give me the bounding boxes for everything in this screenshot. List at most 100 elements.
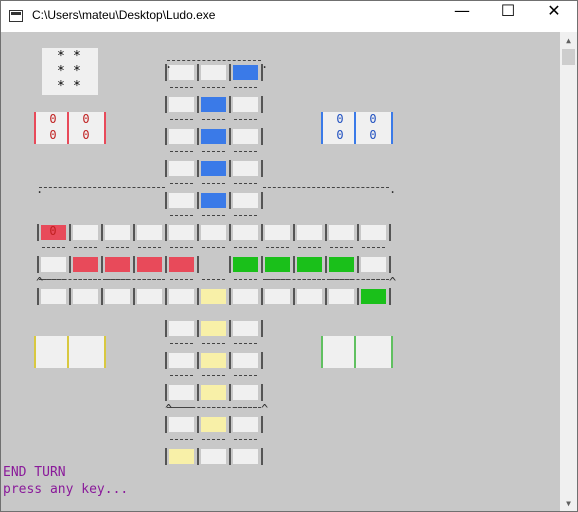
cell-divider bbox=[165, 192, 167, 209]
cell-divider bbox=[325, 256, 327, 273]
red-base: 0 0 0 0 bbox=[34, 112, 106, 144]
cell-divider bbox=[165, 352, 167, 369]
row-separator bbox=[234, 375, 257, 377]
row-separator bbox=[234, 151, 257, 153]
scroll-down-arrow-icon[interactable]: ▼ bbox=[560, 495, 577, 511]
dice-pip: * bbox=[57, 79, 65, 94]
row-separator bbox=[170, 151, 193, 153]
yellow-base bbox=[34, 336, 106, 368]
board-corner-marker: ^ bbox=[165, 402, 173, 416]
board-cell bbox=[169, 385, 194, 400]
base-divider bbox=[321, 112, 323, 144]
cell-divider bbox=[197, 320, 199, 337]
board-cell bbox=[105, 257, 130, 272]
board-cell bbox=[169, 161, 194, 176]
board-cell bbox=[201, 225, 226, 240]
cell-divider bbox=[197, 448, 199, 465]
window-title: C:\Users\mateu\Desktop\Ludo.exe bbox=[32, 8, 216, 22]
cell-divider bbox=[101, 288, 103, 305]
cell-divider bbox=[197, 96, 199, 113]
green-base bbox=[321, 336, 393, 368]
board-cell bbox=[169, 449, 194, 464]
cell-divider bbox=[37, 288, 39, 305]
console-area[interactable]: * * * * * * 0.... ^ ^ ^ ^ 00000000 END TURN press… bbox=[1, 32, 561, 511]
board-cell bbox=[233, 161, 258, 176]
base-piece: 0 bbox=[49, 128, 57, 142]
row-separator bbox=[170, 439, 193, 441]
cell-divider bbox=[357, 256, 359, 273]
row-separator bbox=[234, 247, 257, 249]
scroll-up-arrow-icon[interactable]: ▲ bbox=[560, 32, 577, 49]
cell-divider bbox=[197, 192, 199, 209]
scrollbar-thumb[interactable] bbox=[562, 49, 575, 65]
board-cell bbox=[329, 225, 354, 240]
cell-divider bbox=[197, 160, 199, 177]
board-cell bbox=[169, 353, 194, 368]
cell-divider bbox=[229, 352, 231, 369]
cell-divider bbox=[165, 96, 167, 113]
row-separator bbox=[234, 279, 257, 281]
status-press-any-key: press any key... bbox=[3, 482, 129, 497]
board-cell bbox=[137, 257, 162, 272]
row-separator bbox=[106, 247, 129, 249]
cell-divider bbox=[261, 160, 263, 177]
board-cell bbox=[233, 449, 258, 464]
cell-divider bbox=[165, 320, 167, 337]
board-cell bbox=[169, 97, 194, 112]
board-cell bbox=[169, 193, 194, 208]
cell-divider bbox=[197, 416, 199, 433]
row-separator bbox=[202, 343, 225, 345]
board-bottom-border bbox=[167, 407, 261, 409]
base-divider bbox=[391, 112, 393, 144]
row-separator bbox=[170, 279, 193, 281]
cell-divider bbox=[197, 128, 199, 145]
row-separator bbox=[202, 183, 225, 185]
cell-divider bbox=[389, 288, 391, 305]
cell-divider bbox=[229, 448, 231, 465]
board-cell bbox=[233, 129, 258, 144]
base-divider bbox=[104, 336, 106, 368]
row-separator bbox=[234, 119, 257, 121]
cell-divider bbox=[165, 160, 167, 177]
row-separator bbox=[202, 151, 225, 153]
board-cell bbox=[201, 321, 226, 336]
base-piece: 0 bbox=[336, 128, 344, 142]
cell-divider bbox=[293, 256, 295, 273]
dice: * * * * * * bbox=[42, 48, 98, 95]
board-cell bbox=[233, 321, 258, 336]
board-cell bbox=[297, 257, 322, 272]
board-cell bbox=[201, 417, 226, 432]
board-cell bbox=[169, 289, 194, 304]
board-cell bbox=[41, 289, 66, 304]
board-cell bbox=[201, 257, 226, 272]
minimize-button[interactable]: — bbox=[439, 1, 485, 32]
board-cell bbox=[233, 353, 258, 368]
cell-divider bbox=[357, 288, 359, 305]
vertical-scrollbar[interactable]: ▲ ▼ bbox=[560, 32, 577, 511]
cell-divider bbox=[165, 288, 167, 305]
board-cell bbox=[201, 129, 226, 144]
cell-divider bbox=[229, 224, 231, 241]
cell-divider bbox=[261, 192, 263, 209]
row-separator bbox=[330, 247, 353, 249]
board-cell bbox=[361, 225, 386, 240]
row-separator bbox=[202, 375, 225, 377]
cell-divider bbox=[261, 384, 263, 401]
close-button[interactable]: ✕ bbox=[531, 1, 577, 32]
maximize-button[interactable]: ☐ bbox=[485, 1, 531, 32]
row-separator bbox=[234, 215, 257, 217]
board-cell bbox=[169, 225, 194, 240]
cell-divider bbox=[357, 224, 359, 241]
title-bar[interactable]: C:\Users\mateu\Desktop\Ludo.exe — ☐ ✕ bbox=[1, 1, 577, 32]
cell-divider bbox=[229, 320, 231, 337]
cell-divider bbox=[261, 448, 263, 465]
board-cell bbox=[201, 353, 226, 368]
row-separator bbox=[170, 183, 193, 185]
dice-pip: * bbox=[73, 64, 81, 79]
console-app-icon bbox=[9, 10, 23, 22]
board-cell bbox=[201, 385, 226, 400]
cell-divider bbox=[325, 224, 327, 241]
row-separator bbox=[170, 247, 193, 249]
row-separator bbox=[266, 247, 289, 249]
board-corner-marker: . bbox=[165, 57, 173, 71]
